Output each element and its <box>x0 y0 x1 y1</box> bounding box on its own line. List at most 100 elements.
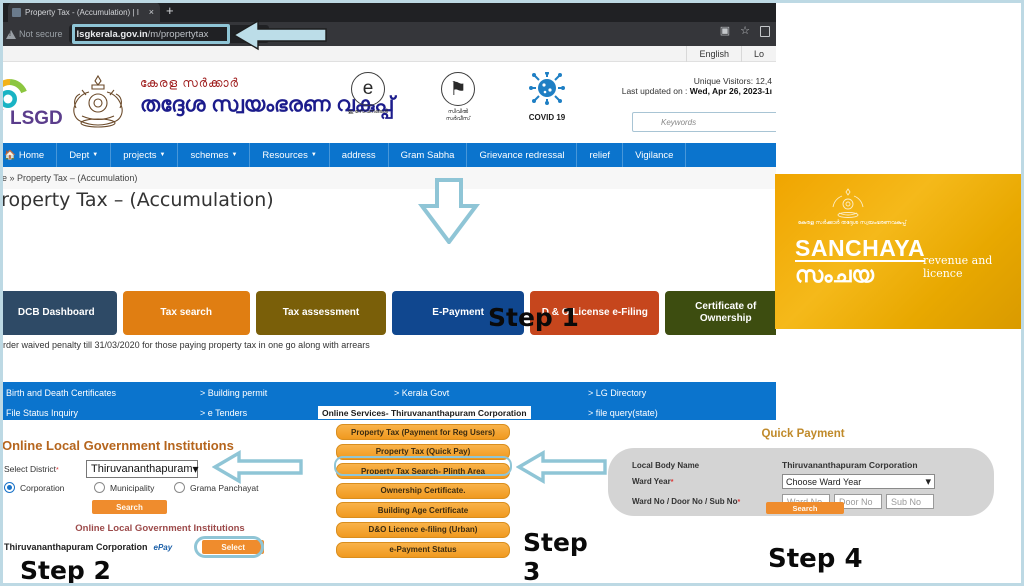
list-item[interactable]: > Kerala Govt <box>394 388 582 398</box>
nav-label: projects <box>123 149 157 161</box>
sanchaya-banner: കേരള സർക്കാർ തദ്ദേശ സ്വയംഭരണവകുപ്പ് SANC… <box>775 174 1024 329</box>
tab-title: Property Tax - (Accumulation) | I <box>25 7 139 17</box>
svg-text:LSGD: LSGD <box>10 108 63 129</box>
tile-tax-search[interactable]: Tax search <box>122 291 250 335</box>
covid-label: COVID 19 <box>528 113 566 122</box>
step4-label: Step 4 <box>768 544 863 574</box>
select-button-highlight <box>194 536 264 558</box>
btn-e-payment-status[interactable]: e-Payment Status <box>336 541 510 558</box>
chevron-down-icon: ▼ <box>231 152 238 158</box>
btn-building-age-certificate[interactable]: Building Age Certificate <box>336 502 510 519</box>
tile-certificate-of-ownership[interactable]: Certificate of Ownership <box>665 291 776 335</box>
chevron-down-icon: ▼ <box>92 152 99 158</box>
civil-services-icon: ⚑ <box>441 72 475 106</box>
e-services-icon-block[interactable]: e ഇ സേവനങ്ങൾ <box>345 72 391 123</box>
nav-item-resources[interactable]: Resources ▼ <box>250 143 330 167</box>
quick-payment-heading: Quick Payment <box>761 428 845 440</box>
nav-item-schemes[interactable]: schemes ▼ <box>178 143 251 167</box>
site-security-indicator[interactable]: Not secure <box>6 29 63 39</box>
nav-item-gram-sabha[interactable]: Gram Sabha <box>389 143 468 167</box>
browser-tab[interactable]: Property Tax - (Accumulation) | I × <box>8 2 160 22</box>
lsgd-logo: LSGD <box>0 72 64 130</box>
step3-label: Step 3 <box>523 528 588 586</box>
last-updated-value: Wed, Apr 26, 2023-1ı <box>689 86 772 96</box>
district-value: Thiruvananthapuram <box>91 463 193 475</box>
local-body-name-value: Thiruvananthapuram Corporation <box>782 460 918 470</box>
ward-year-value: Choose Ward Year <box>786 476 862 487</box>
list-item[interactable]: > file query(state) <box>588 408 776 418</box>
main-navigation: 🏠 Home Dept ▼ projects ▼ schemes ▼ Resou… <box>0 143 776 167</box>
sanchaya-malayalam-subtitle: കേരള സർക്കാർ തദ്ദേശ സ്വയംഭരണവകുപ്പ് <box>797 220 907 226</box>
nav-item-projects[interactable]: projects ▼ <box>111 143 179 167</box>
kerala-state-emblem-icon <box>62 70 134 132</box>
e-services-caption: ഇ സേവനങ്ങൾ <box>347 109 389 115</box>
nav-label: Dept <box>69 149 90 161</box>
arrow-to-epayment <box>418 178 480 244</box>
site-header: LSGD കേരള സർക്കാർ തദ്ദേശ സ്വയംഭരണ വകുപ്പ… <box>0 62 776 143</box>
nav-item-grievance-redressal[interactable]: Grievance redressal <box>467 143 578 167</box>
warning-triangle-icon <box>6 29 16 39</box>
btn-do-licence-efiling-urban[interactable]: D&O Licence e-filing (Urban) <box>336 521 510 538</box>
search-button[interactable]: Search <box>92 500 167 514</box>
breadcrumb-text: e » Property Tax – (Accumulation) <box>2 173 138 183</box>
service-tiles: DCB Dashboard Tax search Tax assessment … <box>0 291 776 335</box>
step1-label: Step 1 <box>488 303 579 332</box>
ward-door-sub-label: Ward No / Door No / Sub No* <box>632 497 741 506</box>
radio-label: Grama Panchayat <box>190 482 259 493</box>
civil-services-caption: സിവിൽ സർവീസ് <box>445 109 471 122</box>
quick-payment-search-button[interactable]: Search <box>766 502 844 514</box>
security-label: Not secure <box>19 29 63 39</box>
step2-panel: Online Local Government Institutions Sel… <box>0 420 330 586</box>
language-english[interactable]: English <box>686 45 741 62</box>
search-input[interactable]: Keywords <box>632 112 776 132</box>
sub-no-input[interactable]: Sub No <box>886 494 934 509</box>
screenshot-root: Property Tax - (Accumulation) | I × + No… <box>0 0 1024 586</box>
online-services-button-list: Property Tax (Payment for Reg Users) Pro… <box>336 424 510 561</box>
ward-year-label: Ward Year* <box>632 477 674 486</box>
profile-icon[interactable] <box>760 26 770 37</box>
sanchaya-title-ml: സംചയ <box>795 262 874 288</box>
list-item[interactable]: > LG Directory <box>588 388 776 398</box>
btn-property-tax-reg-users[interactable]: Property Tax (Payment for Reg Users) <box>336 424 510 440</box>
cast-icon[interactable]: ▣ <box>720 26 730 37</box>
sanchaya-title-block: SANCHAYA സംചയ <box>795 236 926 288</box>
home-icon: 🏠 <box>4 149 16 161</box>
epay-badge: ePay <box>153 542 173 552</box>
close-icon[interactable]: × <box>149 7 156 17</box>
radio-municipality[interactable]: Municipality <box>94 482 174 493</box>
btn-ownership-certificate[interactable]: Ownership Certificate. <box>336 482 510 499</box>
tile-dcb-dashboard[interactable]: DCB Dashboard <box>0 291 117 335</box>
nav-label: Home <box>18 149 45 161</box>
online-services-title: Online Services- Thiruvananthapuram Corp… <box>318 406 531 419</box>
tile-label: DCB Dashboard <box>17 306 95 318</box>
chevron-down-icon: ▼ <box>159 152 166 158</box>
tile-tax-assessment[interactable]: Tax assessment <box>255 291 387 335</box>
chevron-down-icon: ▾ <box>192 462 199 476</box>
radio-corporation[interactable]: Corporation <box>4 482 94 493</box>
last-updated-label: Last updated on : <box>621 86 688 96</box>
arrow-to-quick-pay <box>516 450 608 484</box>
list-item[interactable]: > Building permit <box>200 388 388 398</box>
chevron-down-icon: ▼ <box>310 152 317 158</box>
chevron-down-icon: ▾ <box>925 475 931 488</box>
page-title: Property Tax – (Accumulation) <box>0 189 274 211</box>
unique-visitors: Unique Visitors: 12,4 <box>693 76 772 86</box>
utility-bar: English Lo <box>0 45 776 62</box>
radio-label: Corporation <box>20 482 65 493</box>
nav-item-home[interactable]: 🏠 Home <box>0 143 58 167</box>
nav-item-address[interactable]: address <box>330 143 389 167</box>
local-body-name: Thiruvananthapuram Corporation <box>4 542 148 552</box>
district-select[interactable]: Thiruvananthapuram ▾ <box>86 460 199 478</box>
new-tab-button[interactable]: + <box>166 4 174 17</box>
list-item[interactable]: Birth and Death Certificates <box>6 388 194 398</box>
arrow-to-url <box>232 18 328 52</box>
ward-year-select[interactable]: Choose Ward Year ▾ <box>782 474 935 489</box>
local-body-name-label: Local Body Name <box>632 460 700 470</box>
list-item[interactable]: File Status Inquiry <box>6 408 194 418</box>
nav-item-vigilance[interactable]: Vigilance <box>623 143 687 167</box>
nav-item-relief[interactable]: relief <box>577 143 624 167</box>
language-local[interactable]: Lo <box>740 45 776 62</box>
nav-item-dept[interactable]: Dept ▼ <box>57 143 112 167</box>
nav-label: schemes <box>190 149 229 161</box>
bookmark-star-icon[interactable]: ☆ <box>740 26 750 37</box>
